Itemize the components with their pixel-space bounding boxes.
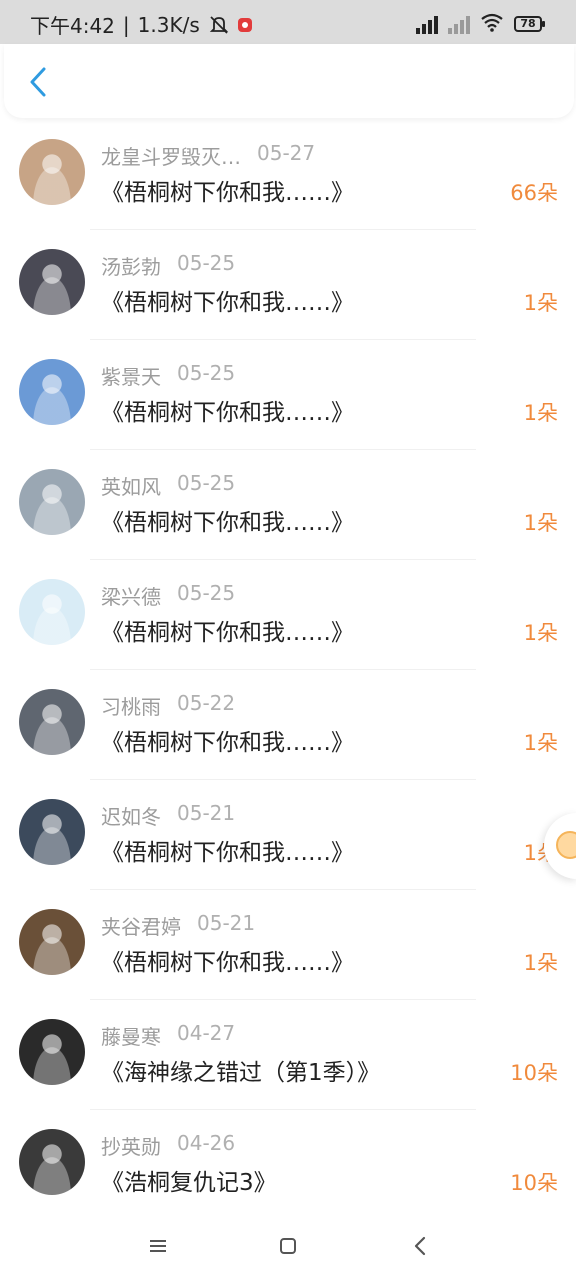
status-bar: 下午4:42 | 1.3K/s 78 [0, 0, 576, 44]
avatar[interactable] [19, 139, 85, 205]
gift-date: 05-22 [177, 691, 236, 715]
list-item[interactable]: 藤曼寒 04-27 《海神缘之错过（第1季）》 10朵 [0, 1000, 576, 1110]
floating-tab-icon [556, 831, 576, 859]
user-name[interactable]: 汤彭勃 [101, 251, 161, 280]
flower-count: 1朵 [523, 731, 558, 755]
app-notification-icon [237, 17, 252, 32]
user-name[interactable]: 梁兴德 [101, 581, 161, 610]
gift-date: 05-27 [257, 141, 316, 165]
nav-back-button[interactable] [406, 1232, 434, 1260]
system-nav-bar [0, 1210, 576, 1280]
list-item[interactable]: 抄英勋 04-26 《浩桐复仇记3》 10朵 [0, 1110, 576, 1220]
book-title[interactable]: 《梧桐树下你和我……》 [101, 943, 354, 977]
avatar[interactable] [19, 249, 85, 315]
wifi-icon [480, 12, 504, 36]
home-square-icon [280, 1238, 296, 1254]
list-item[interactable]: 梁兴德 05-25 《梧桐树下你和我……》 1朵 [0, 560, 576, 670]
battery-icon: 78 [514, 16, 545, 32]
list-item[interactable]: 紫景天 05-25 《梧桐树下你和我……》 1朵 [0, 340, 576, 450]
avatar[interactable] [19, 1019, 85, 1085]
list-item[interactable]: 英如风 05-25 《梧桐树下你和我……》 1朵 [0, 450, 576, 560]
signal-icon [416, 14, 438, 34]
book-title[interactable]: 《浩桐复仇记3》 [101, 1163, 277, 1197]
book-title[interactable]: 《梧桐树下你和我……》 [101, 503, 354, 537]
flower-count: 10朵 [510, 1061, 558, 1085]
gift-date: 05-25 [177, 471, 236, 495]
avatar[interactable] [19, 1129, 85, 1195]
network-speed: 1.3K/s [137, 12, 200, 37]
book-title[interactable]: 《梧桐树下你和我……》 [101, 833, 354, 867]
item-meta: 汤彭勃 05-25 [101, 251, 235, 280]
book-title[interactable]: 《梧桐树下你和我……》 [101, 723, 354, 757]
list-item[interactable]: 汤彭勃 05-25 《梧桐树下你和我……》 1朵 [0, 230, 576, 340]
mute-icon [208, 14, 230, 36]
gift-list: 龙皇斗罗毁灭… 05-27 《梧桐树下你和我……》 66朵汤彭勃 05-25 《梧桐树下你… [0, 120, 576, 1220]
book-title[interactable]: 《梧桐树下你和我……》 [101, 283, 354, 317]
item-meta: 夹谷君婷 05-21 [101, 911, 255, 940]
flower-count: 1朵 [523, 621, 558, 645]
gift-date: 05-25 [177, 581, 236, 605]
user-name[interactable]: 抄英勋 [101, 1131, 161, 1160]
top-bar [4, 44, 574, 118]
item-meta: 紫景天 05-25 [101, 361, 235, 390]
flower-count: 1朵 [523, 401, 558, 425]
signal-2-icon [448, 14, 470, 34]
item-meta: 迟如冬 05-21 [101, 801, 235, 830]
gift-date: 05-21 [177, 801, 236, 825]
list-item[interactable]: 龙皇斗罗毁灭… 05-27 《梧桐树下你和我……》 66朵 [0, 120, 576, 230]
book-title[interactable]: 《梧桐树下你和我……》 [101, 393, 354, 427]
flower-count: 1朵 [523, 291, 558, 315]
gift-date: 05-25 [177, 251, 236, 275]
item-meta: 习桃雨 05-22 [101, 691, 235, 720]
status-left: 下午4:42 | 1.3K/s [30, 10, 252, 39]
gift-date: 04-27 [177, 1021, 236, 1045]
item-meta: 藤曼寒 04-27 [101, 1021, 235, 1050]
item-meta: 英如风 05-25 [101, 471, 235, 500]
status-time: 下午4:42 [30, 14, 115, 38]
flower-count: 66朵 [510, 181, 558, 205]
avatar[interactable] [19, 909, 85, 975]
list-item[interactable]: 迟如冬 05-21 《梧桐树下你和我……》 1朵 [0, 780, 576, 890]
user-name[interactable]: 迟如冬 [101, 801, 161, 830]
book-title[interactable]: 《海神缘之错过（第1季）》 [101, 1053, 380, 1087]
user-name[interactable]: 夹谷君婷 [101, 911, 181, 940]
back-button[interactable] [20, 62, 56, 102]
flower-count: 1朵 [523, 951, 558, 975]
status-separator: | [122, 12, 130, 37]
flower-count: 1朵 [523, 511, 558, 535]
user-name[interactable]: 英如风 [101, 471, 161, 500]
nav-menu-button[interactable] [144, 1232, 172, 1260]
flower-count: 10朵 [510, 1171, 558, 1195]
avatar[interactable] [19, 359, 85, 425]
avatar[interactable] [19, 469, 85, 535]
menu-icon [150, 1240, 166, 1252]
user-name[interactable]: 紫景天 [101, 361, 161, 390]
list-item[interactable]: 习桃雨 05-22 《梧桐树下你和我……》 1朵 [0, 670, 576, 780]
item-meta: 龙皇斗罗毁灭… 05-27 [101, 141, 315, 170]
back-triangle-icon [414, 1236, 426, 1256]
chevron-left-icon [30, 67, 46, 97]
item-meta: 抄英勋 04-26 [101, 1131, 235, 1160]
avatar[interactable] [19, 799, 85, 865]
user-name[interactable]: 藤曼寒 [101, 1021, 161, 1050]
gift-date: 05-25 [177, 361, 236, 385]
item-meta: 梁兴德 05-25 [101, 581, 235, 610]
status-right: 78 [416, 12, 545, 36]
book-title[interactable]: 《梧桐树下你和我……》 [101, 173, 354, 207]
user-name[interactable]: 习桃雨 [101, 691, 161, 720]
book-title[interactable]: 《梧桐树下你和我……》 [101, 613, 354, 647]
gift-date: 04-26 [177, 1131, 236, 1155]
user-name[interactable]: 龙皇斗罗毁灭… [101, 141, 241, 170]
list-item[interactable]: 夹谷君婷 05-21 《梧桐树下你和我……》 1朵 [0, 890, 576, 1000]
nav-home-button[interactable] [274, 1232, 302, 1260]
avatar[interactable] [19, 579, 85, 645]
gift-date: 05-21 [197, 911, 256, 935]
avatar[interactable] [19, 689, 85, 755]
